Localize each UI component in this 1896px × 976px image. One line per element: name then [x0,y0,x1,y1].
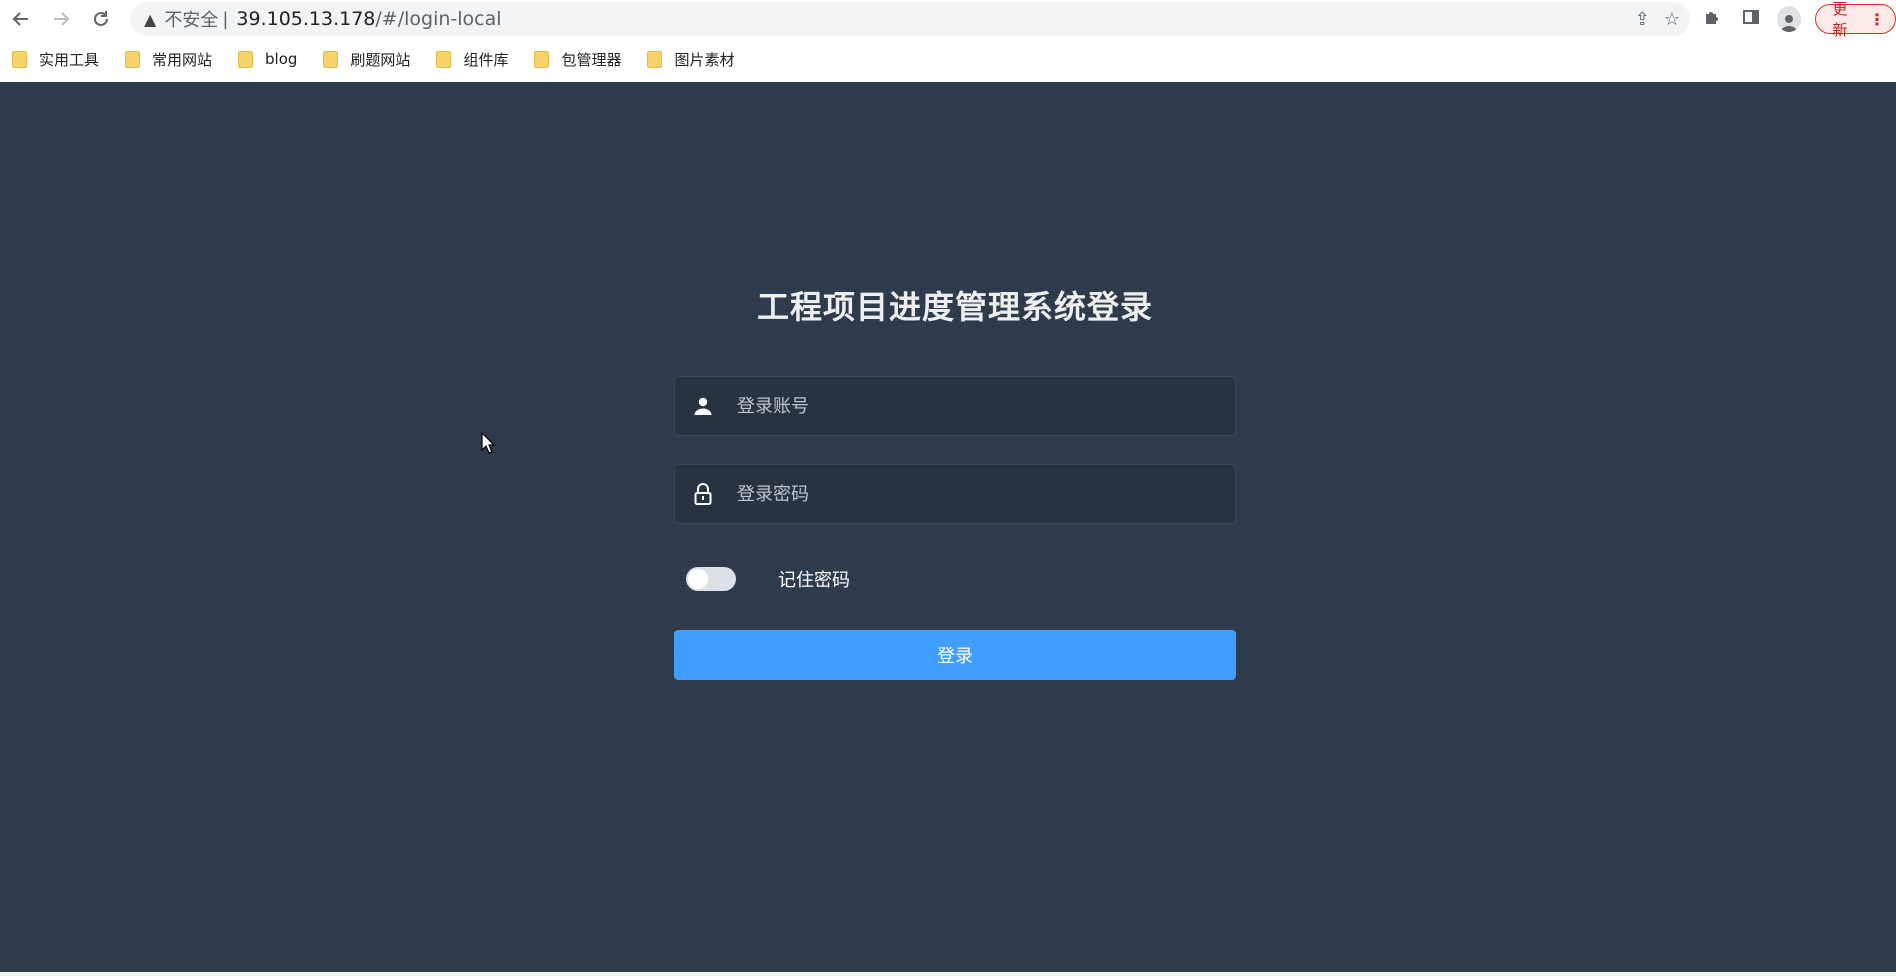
back-button[interactable] [6,4,36,34]
bookmark-common-sites[interactable]: 常用网站 [125,49,212,70]
login-button[interactable]: 登录 [674,630,1236,680]
bookmark-coding-sites[interactable]: 刷题网站 [323,49,410,70]
menu-dots-icon: ⋮ [1868,9,1885,29]
folder-icon [323,50,339,68]
bottom-strip [0,972,1896,976]
folder-icon [125,50,141,68]
share-icon[interactable]: ⇪ [1635,9,1650,30]
url-path: /#/login-local [375,8,502,30]
star-icon[interactable]: ☆ [1664,9,1680,30]
warning-icon: ▲ [144,9,157,29]
password-field[interactable] [674,464,1236,524]
bookmark-image-assets[interactable]: 图片素材 [647,49,734,70]
remember-password-switch[interactable] [686,567,736,591]
folder-icon [238,50,254,68]
username-field[interactable] [674,376,1236,436]
folder-icon [534,50,550,68]
arrow-left-icon [12,12,28,26]
reload-button[interactable] [86,4,116,34]
browser-toolbar: ▲ 不安全 | 39.105.13.178 /#/login-local ⇪ ☆… [0,0,1896,39]
reload-icon [94,11,108,26]
folder-icon [12,50,27,68]
profile-avatar-icon[interactable] [1776,6,1802,32]
bookmark-label: 组件库 [463,50,509,69]
browser-tools: 更新 ⋮ [1700,0,1896,39]
folder-icon [436,50,452,68]
bookmark-label: 包管理器 [561,50,622,69]
bookmark-label: 刷题网站 [350,50,411,69]
page-title: 工程项目进度管理系统登录 [756,288,1153,326]
update-label: 更新 [1832,0,1848,39]
bookmark-label: 实用工具 [39,50,100,69]
folder-icon [647,50,663,68]
username-input[interactable] [731,377,1235,435]
bookmark-component-libs[interactable]: 组件库 [436,49,508,70]
address-separator: | [222,8,229,30]
extensions-icon[interactable] [1700,8,1724,31]
url-host: 39.105.13.178 [236,8,376,30]
bookmark-label: 常用网站 [152,50,213,69]
login-page: 工程项目进度管理系统登录 记住密码 登录 [0,82,1896,976]
remember-password-label: 记住密码 [778,570,850,591]
bookmark-package-managers[interactable]: 包管理器 [534,49,621,70]
user-icon [675,396,731,416]
arrow-right-icon [54,12,70,26]
address-actions: ⇪ ☆ [1635,2,1680,36]
bookmarks-bar: 实用工具 常用网站 blog 刷题网站 组件库 包管理器 图片素材 [0,44,1896,74]
password-input[interactable] [731,465,1235,523]
switch-knob [688,569,708,589]
security-label: 不安全 [164,10,219,31]
bookmark-label: 图片素材 [674,50,735,69]
forward-button[interactable] [46,4,76,34]
browser-chrome: ▲ 不安全 | 39.105.13.178 /#/login-local ⇪ ☆… [0,0,1896,82]
side-panel-icon[interactable] [1738,8,1762,31]
update-button[interactable]: 更新 ⋮ [1815,0,1896,39]
remember-password-row: 记住密码 [686,566,850,592]
bookmark-label: blog [265,50,298,68]
bookmark-tools[interactable]: 实用工具 [12,49,99,70]
mouse-cursor-icon [481,432,495,454]
lock-icon [675,483,731,505]
bookmark-blog[interactable]: blog [238,50,297,68]
address-bar[interactable]: ▲ 不安全 | 39.105.13.178 /#/login-local ⇪ ☆ [130,2,1690,36]
